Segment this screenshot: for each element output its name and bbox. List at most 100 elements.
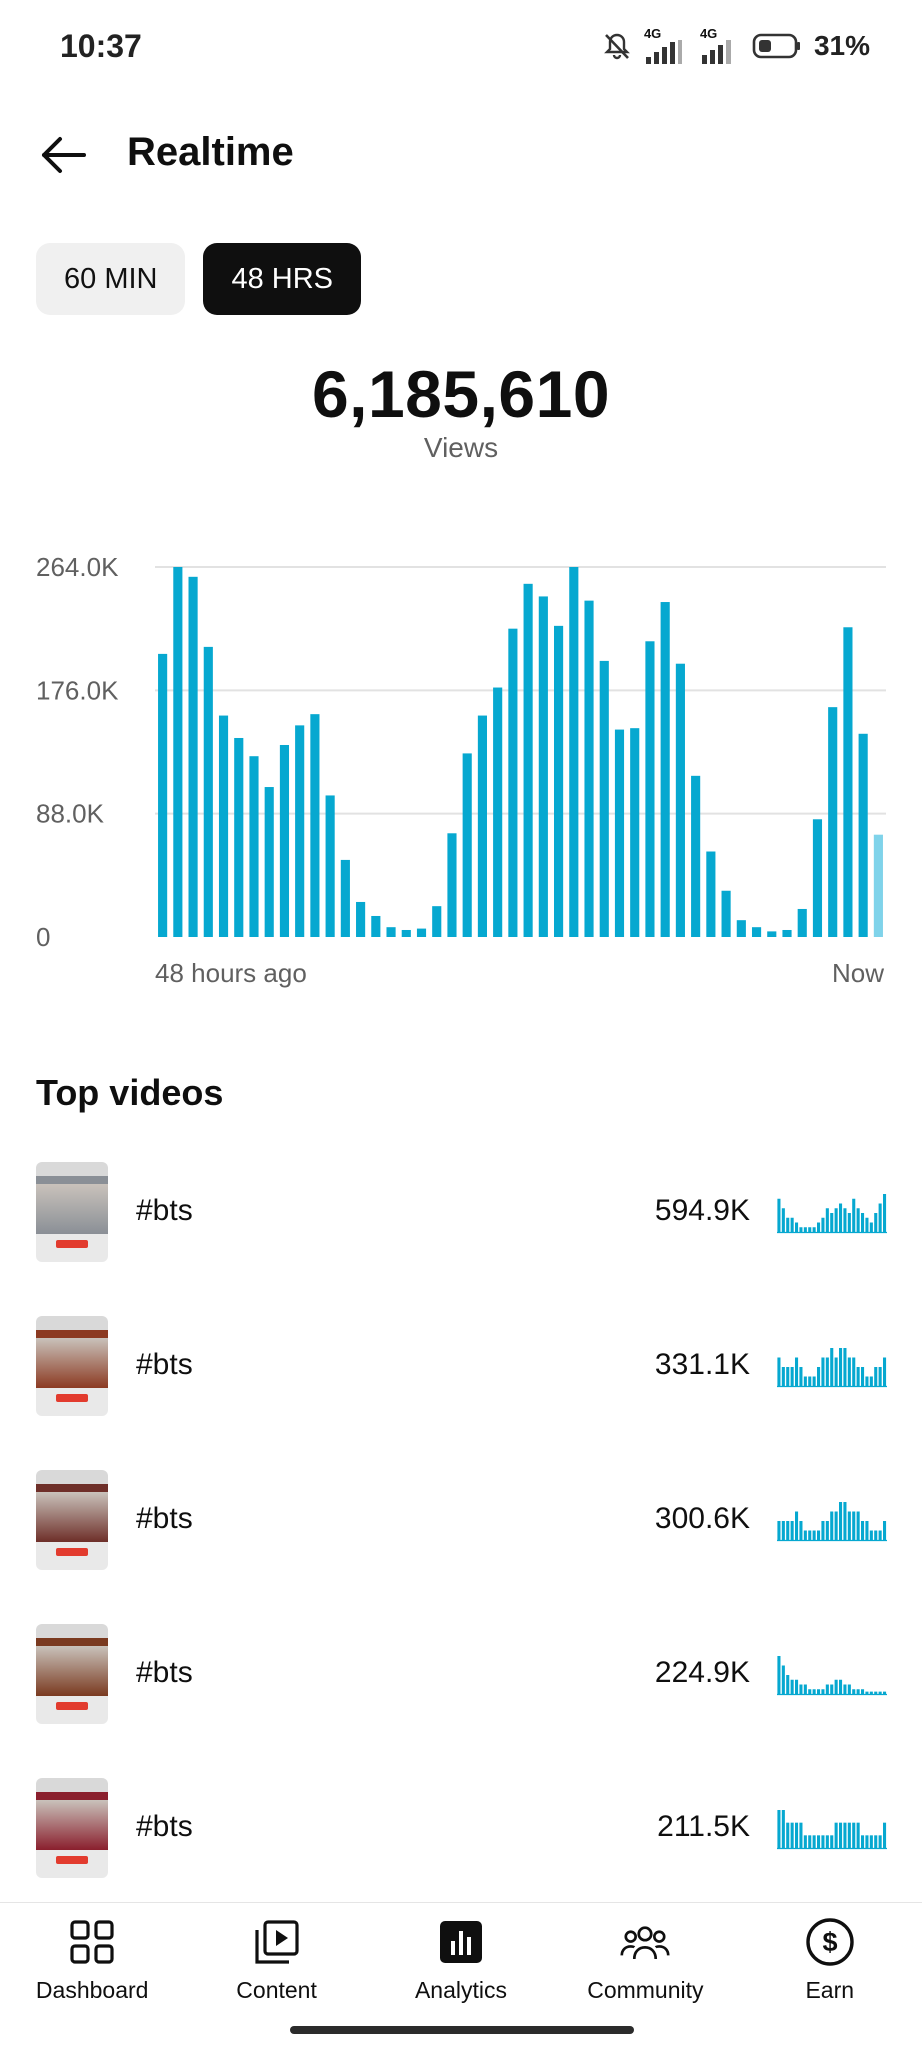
sparkline-bar [817,1222,821,1232]
sparkline-bar [883,1822,887,1848]
sparkline-bar [795,1822,799,1848]
sparkline-bar [808,1835,812,1848]
chart-bar[interactable] [554,625,564,937]
chart-bar[interactable] [858,733,868,937]
chart-bar[interactable] [310,714,320,937]
chart-bar[interactable] [614,729,625,937]
chart-bar[interactable] [660,602,670,937]
chart-bar[interactable] [356,901,366,937]
chart-bar[interactable] [432,906,442,937]
chart-bar[interactable] [325,795,335,937]
chart-bar[interactable] [188,576,198,937]
sparkline-bar [830,1835,834,1848]
range-48-hrs-chip[interactable]: 48 HRS [203,243,362,315]
sparkline-bar [825,1357,829,1386]
sparkline-bar [834,1357,838,1386]
sparkline-bar [883,1691,887,1694]
sparkline-bar [812,1376,816,1386]
sparkline-bar [869,1835,873,1848]
video-title: #bts [136,1656,193,1689]
sparkline-bar [786,1675,790,1694]
chart-bar[interactable] [203,646,213,937]
chart-bar[interactable] [736,920,746,937]
chart-bar[interactable] [416,928,427,937]
chart-bar[interactable] [569,567,579,937]
sparkline-bar [852,1357,856,1386]
chart-bar[interactable] [630,728,640,937]
video-row[interactable]: #bts 594.9K [0,1150,922,1304]
sparkline-bar [878,1203,882,1232]
sparkline-bar [869,1691,873,1694]
chart-bar[interactable] [173,567,183,937]
sparkline-bar [847,1357,851,1386]
chart-bar[interactable] [249,756,259,937]
chart-bar[interactable] [371,915,381,937]
sparkline-bar [847,1822,851,1848]
chart-bar[interactable] [645,641,655,937]
sparkline-bar [781,1810,785,1848]
chart-bar[interactable] [340,859,350,937]
chart-bar[interactable] [234,737,244,937]
chart-bar[interactable] [158,653,168,937]
chart-bar[interactable] [264,787,274,937]
sparkline-bar [825,1521,829,1540]
chart-bar[interactable] [584,600,594,937]
arrow-left-icon [42,137,86,173]
chart-bar[interactable] [873,834,883,937]
sparkline-bar [795,1357,799,1386]
sparkline-bar [861,1521,865,1540]
sparkline-bar [795,1511,799,1540]
chart-bar[interactable] [523,583,533,937]
chart-bar[interactable] [782,929,792,937]
chart-bar[interactable] [812,819,823,937]
video-views: 594.9K [654,1194,750,1227]
chart-bar[interactable] [447,833,457,937]
sparkline-bar [861,1367,865,1386]
chart-bar[interactable] [843,627,853,937]
y-tick-label: 0 [36,922,50,950]
chart-bar[interactable] [401,929,411,937]
chart-bar[interactable] [386,927,396,937]
chart-bar[interactable] [493,687,503,937]
sparkline-bar [856,1689,860,1694]
nav-dashboard[interactable]: Dashboard [0,1903,184,2049]
sparkline-bar [874,1835,878,1848]
nav-earn[interactable]: $ Earn [738,1903,922,2049]
sparkline-bar [883,1521,887,1540]
chart-bar[interactable] [706,851,716,937]
sparkline-bar [843,1684,847,1694]
sparkline-bar [834,1679,838,1694]
sparkline-bar [843,1348,847,1386]
nav-label: Community [587,1977,704,2003]
chart-bar[interactable] [691,775,701,937]
video-sparkline [777,1194,887,1234]
chart-bar[interactable] [508,628,518,937]
sparkline-bar [781,1665,785,1694]
video-row[interactable]: #bts 211.5K [0,1766,922,1920]
thumbnail-badge [56,1702,88,1710]
video-views: 224.9K [654,1656,750,1689]
chart-bar[interactable] [538,596,548,937]
chart-bar[interactable] [751,927,762,937]
back-button[interactable] [36,128,90,182]
chart-bar[interactable] [477,715,487,937]
chart-bar[interactable] [767,931,777,937]
chart-bar[interactable] [828,707,838,937]
chart-bar[interactable] [462,753,472,937]
sparkline-bar [839,1822,843,1848]
video-row[interactable]: #bts 300.6K [0,1458,922,1612]
video-row[interactable]: #bts 331.1K [0,1304,922,1458]
sparkline-bar [874,1691,878,1694]
chart-bar[interactable] [721,890,731,937]
chart-bar[interactable] [218,715,229,937]
svg-text:$: $ [822,1927,837,1957]
chart-bar[interactable] [279,744,290,937]
thumbnail-badge [56,1856,88,1864]
video-row[interactable]: #bts 224.9K [0,1612,922,1766]
chart-bar[interactable] [599,660,609,937]
signal-strength-1: 4G [644,27,688,64]
range-60-min-chip[interactable]: 60 MIN [36,243,186,315]
chart-bar[interactable] [295,725,305,937]
chart-bar[interactable] [797,908,807,937]
chart-bar[interactable] [675,663,685,937]
